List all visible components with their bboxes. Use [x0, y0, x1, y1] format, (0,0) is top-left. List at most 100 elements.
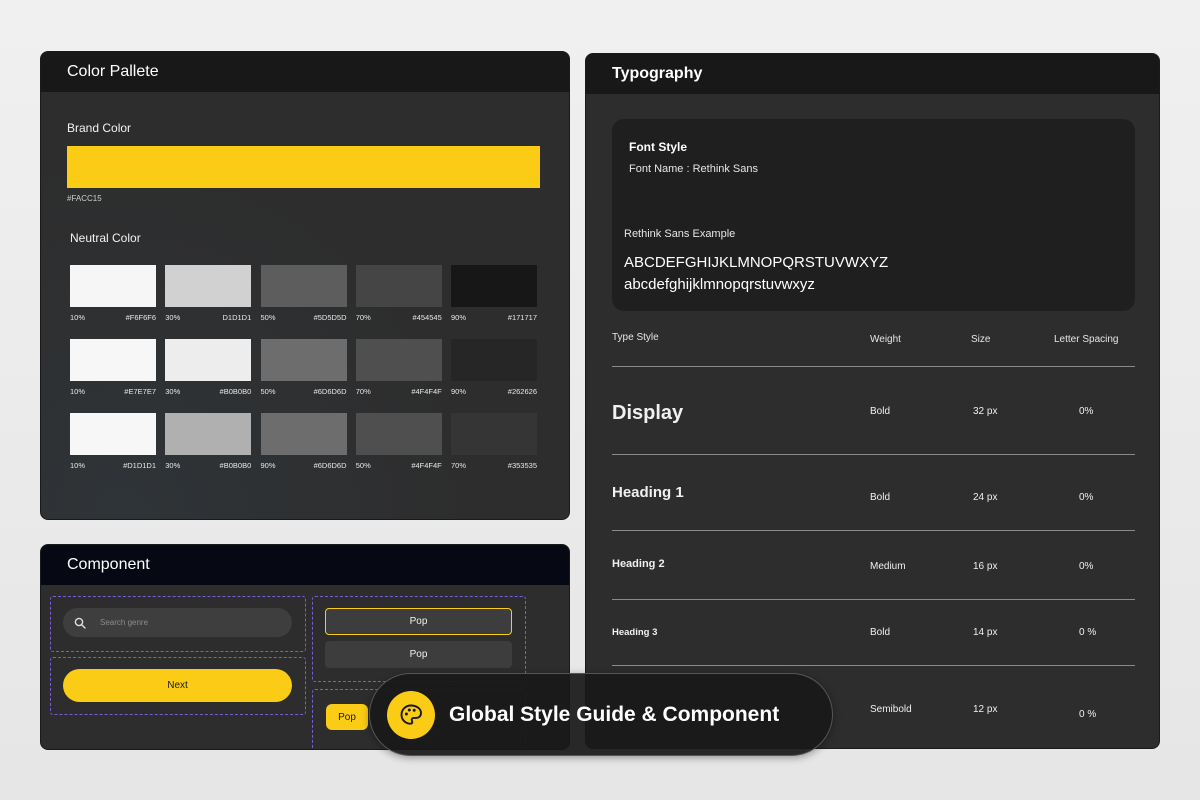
swatch-percent: 70%	[451, 461, 467, 470]
font-style-box: Font Style Font Name : Rethink Sans Reth…	[612, 119, 1135, 311]
next-button[interactable]: Next	[63, 669, 292, 702]
color-palette-card: Color Pallete Brand Color #FACC15 Neutra…	[40, 51, 570, 520]
divider	[612, 454, 1135, 455]
swatch-percent: 10%	[70, 313, 86, 322]
type-name-display: Display	[612, 402, 684, 424]
swatch-color	[260, 265, 347, 307]
neutral-swatch: 90% #171717	[451, 265, 537, 322]
pop-chip[interactable]: Pop	[326, 704, 368, 730]
type-name-heading-3: Heading 3	[612, 627, 658, 638]
swatch-percent: 90%	[451, 313, 467, 322]
swatch-percent: 30%	[165, 387, 181, 396]
brand-color-hex: #FACC15	[67, 194, 102, 203]
neutral-swatch-row: 10% #F6F6F6 30% D1D1D1 50% #5D5D5D 70% #4545…	[70, 265, 537, 322]
neutral-swatch: 10% #D1D1D1	[70, 413, 156, 470]
font-name: Font Name : Rethink Sans	[629, 163, 759, 175]
swatch-percent: 90%	[451, 387, 467, 396]
style-guide-badge: Global Style Guide & Component	[369, 673, 833, 756]
swatch-color	[355, 413, 442, 455]
divider	[612, 366, 1135, 367]
swatch-color	[165, 339, 252, 381]
swatch-percent: 70%	[355, 387, 371, 396]
type-weight: Bold	[870, 492, 891, 503]
swatch-hex: #B0B0B0	[219, 387, 252, 396]
brand-color-label: Brand Color	[67, 121, 132, 135]
neutral-swatch: 90% #6D6D6D	[260, 413, 347, 470]
swatch-hex: #262626	[507, 387, 537, 396]
search-input[interactable]: Search genre	[63, 608, 292, 637]
pop-option-selected[interactable]: Pop	[325, 608, 512, 635]
type-weight: Medium	[870, 561, 906, 572]
swatch-percent: 90%	[260, 461, 276, 470]
swatch-hex: #171717	[507, 313, 537, 322]
neutral-swatch: 30% #B0B0B0	[165, 339, 252, 396]
swatch-color	[451, 265, 537, 307]
type-spacing: 0 %	[1079, 627, 1097, 638]
header-letter-spacing: Letter Spacing	[1054, 334, 1119, 345]
swatch-hex: D1D1D1	[222, 313, 252, 322]
swatch-percent: 10%	[70, 461, 86, 470]
swatch-hex: #B0B0B0	[219, 461, 252, 470]
neutral-color-label: Neutral Color	[70, 231, 141, 245]
badge-title: Global Style Guide & Component	[449, 702, 780, 726]
neutral-swatch: 10% #F6F6F6	[70, 265, 156, 322]
swatch-color	[451, 339, 537, 381]
swatch-color	[70, 413, 156, 455]
swatch-percent: 50%	[355, 461, 371, 470]
swatch-hex: #353535	[507, 461, 537, 470]
type-size: 32 px	[973, 406, 998, 417]
swatch-hex: #F6F6F6	[125, 313, 156, 322]
neutral-swatch: 70% #353535	[451, 413, 537, 470]
type-name-heading-2: Heading 2	[612, 558, 665, 570]
search-placeholder: Search genre	[100, 618, 149, 627]
type-spacing: 0%	[1079, 492, 1094, 503]
swatch-color	[355, 339, 442, 381]
type-weight: Semibold	[870, 704, 912, 715]
neutral-swatch: 30% D1D1D1	[165, 265, 252, 322]
palette-icon	[387, 690, 435, 739]
neutral-swatch: 10% #E7E7E7	[70, 339, 156, 396]
neutral-swatch: 90% #262626	[451, 339, 537, 396]
uppercase-sample: ABCDEFGHIJKLMNOPQRSTUVWXYZ	[624, 254, 889, 271]
search-icon	[74, 617, 86, 629]
swatch-percent: 30%	[165, 461, 181, 470]
neutral-swatch: 70% #454545	[355, 265, 442, 322]
swatch-color	[451, 413, 537, 455]
type-spacing: 0%	[1079, 561, 1094, 572]
font-example-label: Rethink Sans Example	[624, 228, 736, 240]
brand-color-swatch	[67, 146, 540, 188]
swatch-percent: 50%	[260, 387, 276, 396]
swatch-percent: 10%	[70, 387, 86, 396]
swatch-color	[165, 265, 252, 307]
divider	[612, 665, 1135, 666]
neutral-swatch: 30% #B0B0B0	[165, 413, 252, 470]
type-spacing: 0 %	[1079, 709, 1097, 720]
swatch-hex: #454545	[412, 313, 442, 322]
neutral-swatch-row: 10% #E7E7E7 30% #B0B0B0 50% #6D6D6D 70% #4F4…	[70, 339, 537, 396]
swatch-percent: 30%	[165, 313, 181, 322]
neutral-swatch: 70% #4F4F4F	[355, 339, 442, 396]
swatch-hex: #4F4F4F	[411, 461, 442, 470]
swatch-hex: #6D6D6D	[313, 387, 347, 396]
swatch-percent: 50%	[260, 313, 276, 322]
divider	[612, 599, 1135, 600]
type-size: 24 px	[973, 492, 998, 503]
pop-option[interactable]: Pop	[325, 641, 512, 668]
font-style-label: Font Style	[629, 140, 688, 154]
swatch-hex: #5D5D5D	[313, 313, 347, 322]
color-palette-title: Color Pallete	[41, 52, 569, 92]
type-spacing: 0%	[1079, 406, 1094, 417]
type-size: 12 px	[973, 704, 998, 715]
swatch-hex: #6D6D6D	[313, 461, 347, 470]
header-weight: Weight	[870, 334, 901, 345]
header-type-style: Type Style	[612, 332, 659, 343]
header-size: Size	[971, 334, 991, 345]
swatch-hex: #E7E7E7	[124, 387, 156, 396]
typography-title: Typography	[586, 54, 1159, 94]
swatch-color	[260, 339, 347, 381]
type-weight: Bold	[870, 627, 891, 638]
neutral-swatch: 50% #6D6D6D	[260, 339, 347, 396]
lowercase-sample: abcdefghijklmnopqrstuvwxyz	[624, 276, 815, 293]
neutral-swatch: 50% #4F4F4F	[355, 413, 442, 470]
swatch-color	[70, 265, 156, 307]
